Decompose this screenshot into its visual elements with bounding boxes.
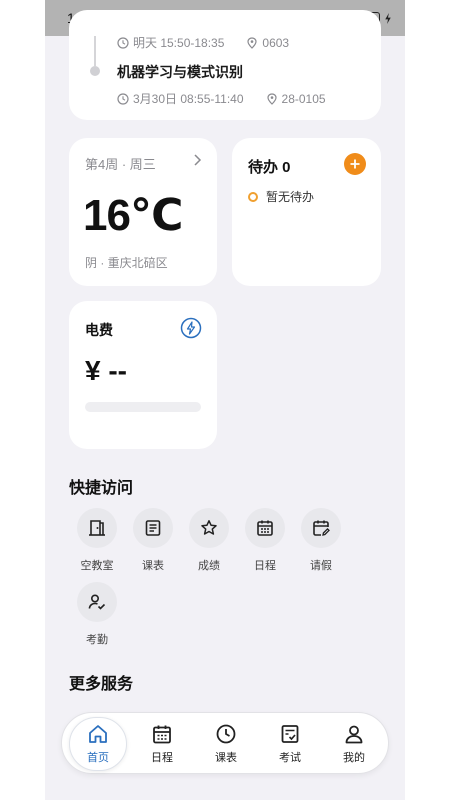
- person-icon: [345, 725, 363, 744]
- quick-label: 请假: [310, 560, 332, 572]
- nav-home[interactable]: 首页: [70, 723, 126, 765]
- calendar-icon: [257, 520, 273, 536]
- quick-grades[interactable]: 成绩: [181, 508, 237, 573]
- clock-icon: [117, 36, 129, 49]
- nav-schedule[interactable]: 日程: [134, 723, 190, 765]
- exam-icon: [281, 725, 299, 743]
- location-icon: [266, 92, 277, 105]
- quick-schedule[interactable]: 日程: [237, 508, 293, 573]
- quick-label: 日程: [254, 560, 276, 572]
- todo-add-button[interactable]: [344, 153, 366, 175]
- course-room: 28-0105: [281, 91, 326, 106]
- quick-label: 成绩: [198, 560, 220, 572]
- prev-course-time: 明天 15:50-18:35: [133, 36, 225, 50]
- location-icon: [247, 36, 257, 49]
- quick-attendance[interactable]: 考勤: [69, 582, 125, 647]
- clock-icon: [216, 724, 236, 744]
- weather-location: 阴 · 重庆北碚区: [85, 256, 168, 270]
- lightning-icon: [180, 317, 202, 339]
- list-icon: [145, 520, 161, 536]
- nav-profile[interactable]: 我的: [326, 723, 382, 765]
- quick-leave[interactable]: 请假: [293, 508, 349, 573]
- quick-empty-classroom[interactable]: 空教室: [69, 508, 125, 573]
- course-time: 3月30日 08:55-11:40: [133, 92, 244, 106]
- door-icon: [89, 520, 105, 536]
- calendar-edit-icon: [313, 520, 330, 536]
- user-check-icon: [88, 594, 106, 610]
- todo-empty: 暂无待办: [248, 188, 314, 205]
- nav-timetable[interactable]: 课表: [198, 723, 254, 765]
- bottom-nav: 首页 日程 课表 考试 我的: [61, 712, 389, 774]
- prev-course-meta: 明天 15:50-18:35 0603: [117, 34, 289, 51]
- prev-course-room: 0603: [262, 35, 290, 50]
- ring-icon: [248, 191, 258, 202]
- quick-timetable[interactable]: 课表: [125, 508, 181, 573]
- weather-card[interactable]: 第4周 · 周三 16℃ 阴 · 重庆北碚区: [69, 138, 217, 286]
- phone-screen: 10:29 78 明天 15:50-18:35 0603 机器学习与模式识别 3…: [45, 0, 405, 800]
- quick-label: 空教室: [80, 560, 114, 572]
- nav-exam[interactable]: 考试: [262, 723, 318, 765]
- calendar-icon: [153, 725, 171, 744]
- todo-card[interactable]: 待办 0 暂无待办: [232, 138, 381, 286]
- quick-label: 考勤: [86, 634, 108, 646]
- temperature: 16℃: [83, 191, 183, 240]
- electricity-title: 电费: [85, 322, 113, 338]
- star-icon: [201, 520, 217, 535]
- more-services-title: 更多服务: [69, 676, 134, 693]
- clock-icon: [117, 92, 129, 105]
- home-icon: [89, 725, 107, 743]
- timeline-line: [94, 36, 96, 66]
- course-name: 机器学习与模式识别: [117, 64, 243, 80]
- schedule-card[interactable]: 明天 15:50-18:35 0603 机器学习与模式识别 3月30日 08:5…: [69, 10, 381, 120]
- quick-access-title: 快捷访问: [69, 480, 134, 497]
- electricity-bar: [85, 402, 201, 412]
- timeline-dot: [90, 66, 100, 76]
- week-label: 第4周 · 周三: [85, 157, 156, 172]
- chevron-right-icon[interactable]: [191, 153, 203, 167]
- electricity-card[interactable]: 电费 ¥ --: [69, 301, 217, 449]
- plus-icon: [350, 159, 360, 169]
- todo-title: 待办 0: [248, 159, 291, 176]
- electricity-value: ¥ --: [85, 355, 127, 386]
- charging-icon: [385, 12, 391, 24]
- quick-label: 课表: [142, 560, 164, 572]
- course-meta: 3月30日 08:55-11:40 28-0105: [117, 90, 326, 107]
- todo-empty-text: 暂无待办: [266, 190, 315, 204]
